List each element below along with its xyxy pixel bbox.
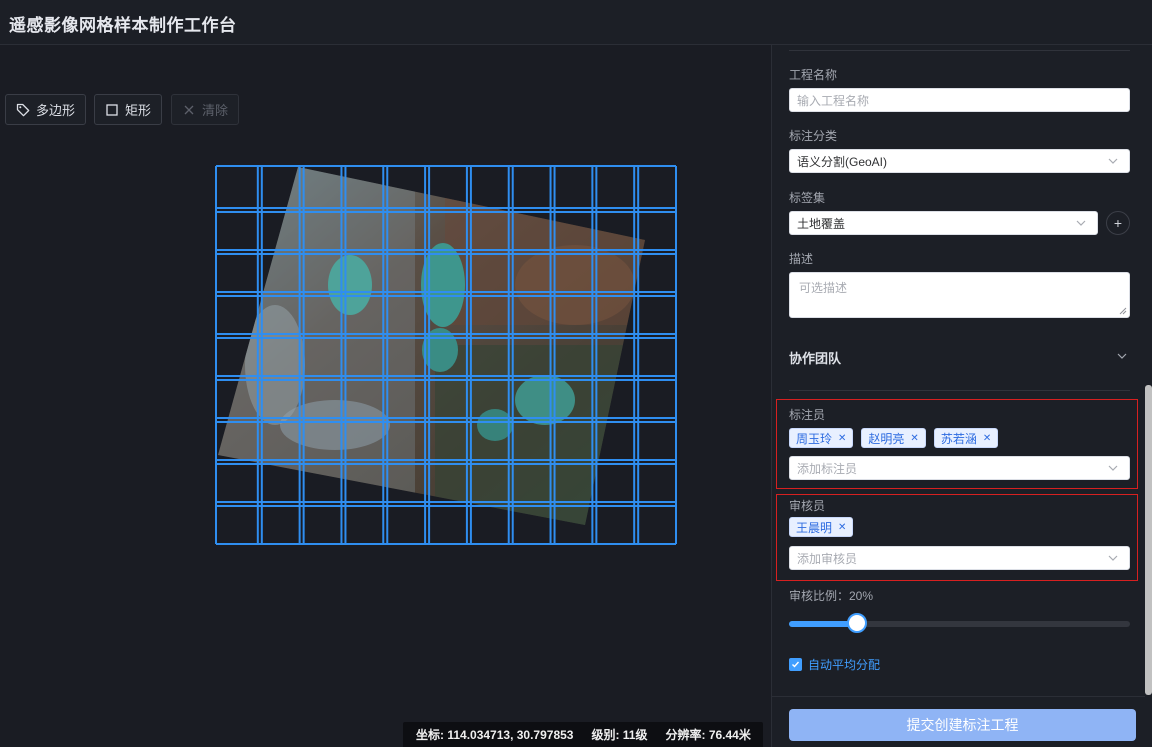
review-ratio-slider[interactable] [789,613,1130,633]
annotator-tag: 赵明亮 ✕ [861,428,926,448]
project-form-panel: 工程名称 输入工程名称 标注分类 语义分割(GeoAI) 标签集 土地覆盖 + … [771,45,1152,747]
annotator-tag: 周玉玲 ✕ [789,428,854,448]
close-icon[interactable]: ✕ [838,522,846,533]
slider-thumb[interactable] [847,613,868,633]
zoom-level-readout: 级别: 11级 [591,728,648,742]
annotators-select[interactable]: 添加标注员 [789,456,1130,480]
auto-distribute-checkbox[interactable]: 自动平均分配 [789,656,880,673]
app-header: 遥感影像网格样本制作工作台 [0,0,1152,45]
rect-tool-label: 矩形 [125,103,152,118]
project-name-input[interactable]: 输入工程名称 [789,88,1130,112]
label-set-value: 土地覆盖 [797,216,846,231]
team-section-title[interactable]: 协作团队 [789,348,841,367]
project-name-label: 工程名称 [789,68,838,82]
annotator-tag-label: 赵明亮 [868,431,905,446]
reviewer-tag-label: 王晨明 [796,520,833,535]
section-divider [789,390,1130,391]
annotator-tag-label: 周玉玲 [796,431,833,446]
scrollbar-thumb[interactable] [1145,385,1152,695]
reviewers-select[interactable]: 添加审核员 [789,546,1130,570]
chevron-down-icon [1108,555,1118,561]
clear-tool-label: 清除 [202,103,229,118]
footer-divider [772,696,1152,697]
description-label: 描述 [789,252,814,266]
annotator-tag-label: 苏若涵 [940,431,977,446]
polygon-tool-button[interactable]: 多边形 [5,94,87,125]
tag-icon [16,103,30,117]
resize-grip-icon[interactable] [1119,307,1127,315]
reviewer-tags: 王晨明 ✕ [789,517,854,537]
close-icon[interactable]: ✕ [983,433,991,444]
app-title: 遥感影像网格样本制作工作台 [9,16,237,35]
annotator-tag: 苏若涵 ✕ [933,428,999,448]
checkbox-checked-icon[interactable] [789,658,802,671]
clear-tool-button[interactable]: 清除 [171,94,240,125]
chevron-down-icon [1108,158,1118,164]
submit-create-project-button[interactable]: 提交创建标注工程 [789,709,1136,741]
chevron-down-icon [1076,220,1086,226]
auto-distribute-label: 自动平均分配 [808,658,881,672]
panel-scrollbar[interactable] [1145,45,1152,747]
annotators-placeholder: 添加标注员 [797,461,858,476]
reviewers-placeholder: 添加审核员 [797,551,858,566]
label-set-select[interactable]: 土地覆盖 [789,211,1098,235]
map-status-bar: 坐标: 114.034713, 30.797853 级别: 11级 分辨率: 7… [403,722,763,747]
polygon-tool-label: 多边形 [36,103,76,118]
chevron-down-icon[interactable] [1116,350,1128,362]
square-icon [105,103,119,117]
close-icon[interactable]: ✕ [910,433,918,444]
satellite-imagery-grid[interactable] [215,165,680,545]
label-set-label: 标签集 [789,191,826,205]
category-label: 标注分类 [789,129,838,143]
annotators-label: 标注员 [789,408,826,422]
map-canvas[interactable]: 多边形 矩形 清除 坐标: 114.034713, 30.797853 级别: … [0,45,771,747]
plus-icon: + [1113,215,1123,231]
category-value: 语义分割(GeoAI) [797,154,888,169]
close-icon[interactable]: ✕ [838,433,846,444]
chevron-down-icon [1108,465,1118,471]
description-textarea[interactable]: 可选描述 [789,272,1130,318]
reviewer-tag: 王晨明 ✕ [789,517,854,537]
description-placeholder: 可选描述 [799,281,848,295]
reviewers-label: 审核员 [789,499,826,513]
panel-divider [789,50,1130,51]
close-icon [182,103,196,117]
coordinate-readout: 坐标: 114.034713, 30.797853 [416,728,574,742]
annotator-tags: 周玉玲 ✕ 赵明亮 ✕ 苏若涵 ✕ [789,428,999,448]
category-select[interactable]: 语义分割(GeoAI) [789,149,1130,173]
rect-tool-button[interactable]: 矩形 [94,94,163,125]
resolution-readout: 分辨率: 76.44米 [665,728,751,742]
add-label-set-button[interactable]: + [1106,211,1130,235]
review-ratio-label: 审核比例：20% [789,589,874,603]
